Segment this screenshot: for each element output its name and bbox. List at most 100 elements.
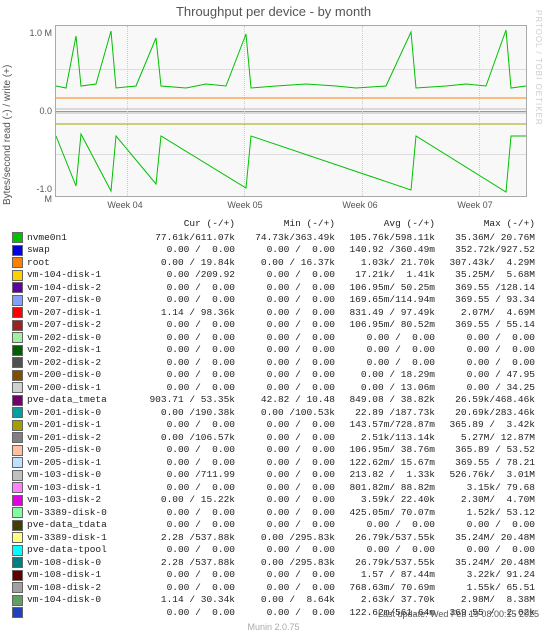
legend-avg: 425.05m/ 70.07m [335,507,435,520]
legend-swatch [12,357,23,368]
legend-row: vm-201-disk-10.00 / 0.000.00 / 0.00143.5… [12,419,534,432]
legend-avg: 2.63k/ 37.70k [335,594,435,607]
legend-swatch [12,445,23,456]
legend-avg: 849.08 / 38.82k [335,394,435,407]
legend-cur: 0.00 / 0.00 [135,244,235,257]
legend-min: 0.00 / 0.00 [235,582,335,595]
legend-cur: 0.00 / 0.00 [135,569,235,582]
legend-row: pve-data-tpool0.00 / 0.000.00 / 0.000.00… [12,544,534,557]
legend-cur: 0.00 / 0.00 [135,507,235,520]
legend-row: vm-201-disk-20.00 /106.57k0.00 / 0.002.5… [12,432,534,445]
legend-swatch [12,432,23,443]
legend-row: vm-202-disk-10.00 / 0.000.00 / 0.000.00 … [12,344,534,357]
legend-max: 20.69k/283.46k [435,407,535,420]
legend-max: 365.89 / 53.52 [435,444,535,457]
legend-row: vm-104-disk-01.14 / 30.34k0.00 / 8.64k2.… [12,594,534,607]
legend-swatch [12,295,23,306]
legend-row: vm-103-disk-10.00 / 0.000.00 / 0.00801.8… [12,482,534,495]
legend-avg: 169.65m/114.94m [335,294,435,307]
legend-swatch [12,507,23,518]
legend-row: vm-205-disk-00.00 / 0.000.00 / 0.00106.9… [12,444,534,457]
legend-max: 5.27M/ 12.87M [435,432,535,445]
legend-swatch [12,420,23,431]
legend-avg: 22.89 /187.73k [335,407,435,420]
legend-label: vm-207-disk-1 [27,307,135,320]
legend-avg: 0.00 / 0.00 [335,519,435,532]
legend-max: 0.00 / 34.25 [435,382,535,395]
chart-container: Throughput per device - by month PRTOOL … [0,0,547,635]
legend-swatch [12,332,23,343]
legend-avg: 143.57m/728.87m [335,419,435,432]
legend-min: 0.00 / 0.00 [235,607,335,620]
legend-cur: 2.28 /537.88k [135,532,235,545]
col-header-avg: Avg (-/+) [335,218,435,231]
legend-min: 0.00 / 0.00 [235,344,335,357]
legend-max: 369.55 / 55.14 [435,319,535,332]
legend-swatch [12,470,23,481]
legend-min: 0.00 /295.83k [235,532,335,545]
chart-title: Throughput per device - by month [0,0,547,19]
legend-avg: 3.59k/ 22.40k [335,494,435,507]
legend-min: 0.00 / 0.00 [235,282,335,295]
legend-cur: 0.00 / 0.00 [135,607,235,620]
legend-avg: 1.57 / 87.44m [335,569,435,582]
legend-cur: 0.00 / 15.22k [135,494,235,507]
legend-row: vm-108-disk-20.00 / 0.000.00 / 0.00768.6… [12,582,534,595]
legend-max: 0.00 / 0.00 [435,344,535,357]
legend-avg: 213.82 / 1.33k [335,469,435,482]
legend-avg: 106.95m/ 50.25m [335,282,435,295]
legend-row: root0.00 / 19.84k0.00 / 16.37k1.03k/ 21.… [12,257,534,270]
legend-min: 0.00 / 0.00 [235,457,335,470]
legend-label: vm-201-disk-0 [27,407,135,420]
legend-cur: 0.00 / 0.00 [135,357,235,370]
col-header-min: Min (-/+) [235,218,335,231]
legend-cur: 77.61k/611.07k [135,232,235,245]
legend-row: vm-205-disk-10.00 / 0.000.00 / 0.00122.6… [12,457,534,470]
legend-avg: 831.49 / 97.49k [335,307,435,320]
legend-label: vm-103-disk-2 [27,494,135,507]
legend-label: vm-3389-disk-1 [27,532,135,545]
legend-cur: 0.00 / 0.00 [135,382,235,395]
y-tick: 1.0 M [28,28,52,38]
legend-label: vm-200-disk-0 [27,369,135,382]
y-axis-label: Bytes/second read (-) / write (+) [2,50,13,220]
legend-label: vm-200-disk-1 [27,382,135,395]
legend-max: 369.55 / 93.34 [435,294,535,307]
legend-min: 0.00 / 0.00 [235,469,335,482]
legend-cur: 0.00 / 19.84k [135,257,235,270]
legend-label: swap [27,244,135,257]
legend-swatch [12,570,23,581]
legend-row: vm-104-disk-20.00 / 0.000.00 / 0.00106.9… [12,282,534,295]
legend-swatch [12,395,23,406]
legend-avg: 0.00 / 13.06m [335,382,435,395]
legend-label: vm-104-disk-0 [27,594,135,607]
legend-swatch [12,457,23,468]
legend-label: vm-104-disk-2 [27,282,135,295]
legend-cur: 0.00 / 0.00 [135,457,235,470]
legend-min: 0.00 /100.53k [235,407,335,420]
legend-cur: 1.14 / 30.34k [135,594,235,607]
legend-swatch [12,407,23,418]
legend-cur: 0.00 /190.38k [135,407,235,420]
legend-max: 0.00 / 0.00 [435,332,535,345]
legend-cur: 0.00 /711.99 [135,469,235,482]
legend-cur: 0.00 / 0.00 [135,419,235,432]
last-update-text: Last update: Wed Feb 19 08:00:15 2025 [378,609,539,619]
legend-min: 0.00 / 0.00 [235,307,335,320]
legend-row: vm-108-disk-10.00 / 0.000.00 / 0.001.57 … [12,569,534,582]
legend-label: vm-3389-disk-0 [27,507,135,520]
legend-max: 26.59k/468.46k [435,394,535,407]
legend-label: vm-201-disk-1 [27,419,135,432]
legend-label: pve-data-tpool [27,544,135,557]
x-tick: Week 07 [445,200,505,210]
legend-label: vm-108-disk-2 [27,582,135,595]
legend-swatch [12,545,23,556]
legend-label: nvme0n1 [27,232,135,245]
legend-swatch [12,320,23,331]
legend-max: 0.00 / 0.00 [435,519,535,532]
legend-max: 1.55k/ 65.51 [435,582,535,595]
legend-max: 3.15k/ 79.68 [435,482,535,495]
legend-row: pve-data_tdata0.00 / 0.000.00 / 0.000.00… [12,519,534,532]
legend-max: 3.22k/ 91.24 [435,569,535,582]
legend-min: 0.00 / 0.00 [235,382,335,395]
